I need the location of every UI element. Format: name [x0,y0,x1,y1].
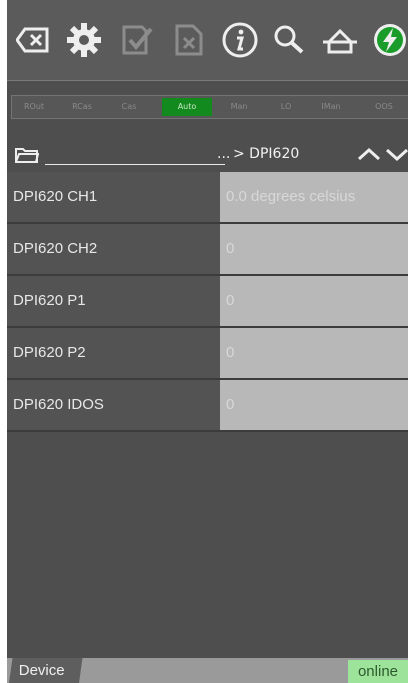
mode-oos[interactable]: OOS [368,98,400,116]
table-row[interactable]: DPI620 CH1 0.0 degrees celsius [7,172,408,224]
path-row: ... > DPI620 [7,138,408,172]
table-row[interactable]: DPI620 CH2 0 [7,224,408,276]
tab-device-label: Device [18,662,65,679]
param-name: DPI620 IDOS [7,380,220,430]
breadcrumb: > DPI620 [233,146,300,162]
status-badge: online [348,660,408,683]
status-bar: Device online [7,658,408,683]
mode-iman[interactable]: IMan [316,98,346,116]
table-row[interactable]: DPI620 P1 0 [7,276,408,328]
mode-cas[interactable]: Cas [114,98,144,116]
mode-bar: ROut RCas Cas Auto Man LO IMan OOS [11,95,408,119]
path-underline [45,164,225,165]
search-icon[interactable] [269,20,309,60]
divider [7,80,408,81]
tab-device[interactable]: Device [9,658,83,683]
parameter-table: DPI620 CH1 0.0 degrees celsius DPI620 CH… [7,172,408,432]
param-name: DPI620 P2 [7,328,220,378]
param-value[interactable]: 0 [220,224,408,274]
settings-gear-icon[interactable] [64,20,104,60]
param-value[interactable]: 0.0 degrees celsius [220,172,408,222]
chevron-up-icon[interactable] [357,146,381,165]
param-value[interactable]: 0 [220,380,408,430]
mode-man[interactable]: Man [224,98,254,116]
param-value[interactable]: 0 [220,276,408,326]
check-doc-icon[interactable] [117,20,157,60]
param-name: DPI620 P1 [7,276,220,326]
power-icon[interactable] [370,20,408,60]
clear-icon[interactable] [13,20,53,60]
folder-icon[interactable] [15,146,40,168]
param-name: DPI620 CH2 [7,224,220,274]
info-icon[interactable] [220,20,260,60]
path-ellipsis: ... [217,146,231,162]
mode-rout[interactable]: ROut [18,98,50,116]
home-icon[interactable] [320,20,360,60]
toolbar [7,0,408,80]
app-window: ROut RCas Cas Auto Man LO IMan OOS ... >… [7,0,408,683]
chevron-down-icon[interactable] [385,147,408,166]
mode-rcas[interactable]: RCas [66,98,98,116]
table-row[interactable]: DPI620 P2 0 [7,328,408,380]
param-name: DPI620 CH1 [7,172,220,222]
mode-auto[interactable]: Auto [162,98,212,116]
mode-lo[interactable]: LO [274,98,298,116]
table-row[interactable]: DPI620 IDOS 0 [7,380,408,432]
cancel-doc-icon[interactable] [169,20,209,60]
param-value[interactable]: 0 [220,328,408,378]
